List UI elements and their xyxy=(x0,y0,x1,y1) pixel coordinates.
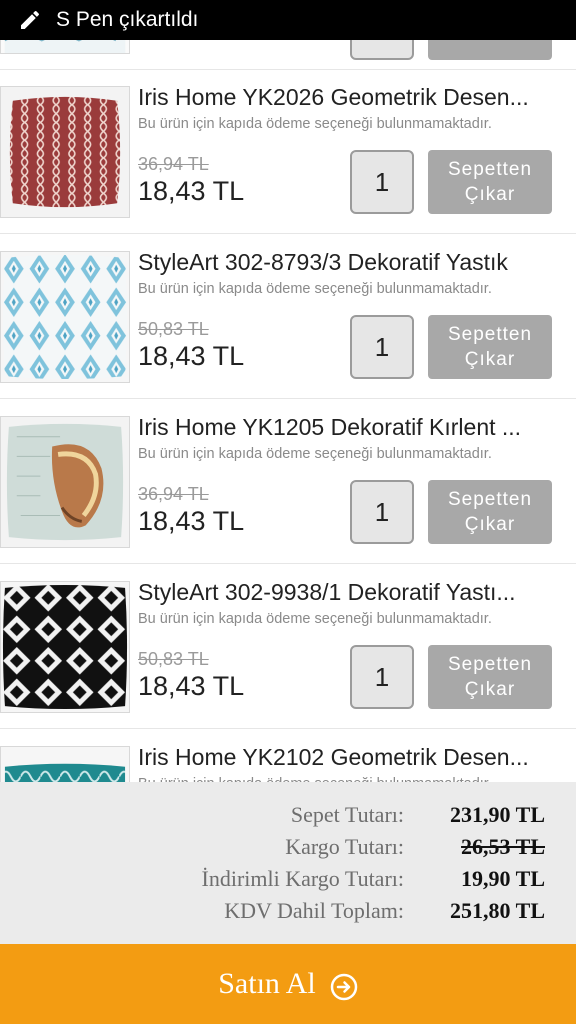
remove-label-2: Çıkar xyxy=(464,679,516,700)
cart-item: StyleArt 302-8793/3 Dekoratif Yastık Bu … xyxy=(0,235,576,399)
cart-list[interactable]: Iris Home YK2026 Geometrik Desen... Bu ü… xyxy=(0,40,576,782)
quantity-box[interactable] xyxy=(350,40,414,60)
product-image-blue-ikat-pillow[interactable] xyxy=(0,251,130,383)
cart-total-value: 231,90 TL xyxy=(450,802,545,827)
remove-button[interactable]: Sepetten Çıkar xyxy=(428,315,552,379)
quantity-box[interactable]: 1 xyxy=(350,645,414,709)
product-image-seashell-pillow[interactable] xyxy=(0,416,130,548)
arrow-circle-icon xyxy=(330,973,358,1001)
price: 18,43 TL xyxy=(138,341,245,371)
remove-button[interactable]: Sepetten Çıkar xyxy=(428,480,552,544)
remove-button[interactable] xyxy=(428,40,552,60)
shipping-value: 26,53 TL xyxy=(461,834,545,859)
discounted-shipping-value: 19,90 TL xyxy=(461,866,545,891)
shipping-label: Kargo Tutarı: xyxy=(285,834,404,859)
remove-button[interactable]: Sepetten Çıkar xyxy=(428,150,552,214)
product-title[interactable]: Iris Home YK2102 Geometrik Desen... xyxy=(138,744,538,771)
product-image-teal-pattern-pillow[interactable] xyxy=(0,746,130,782)
quantity-box[interactable]: 1 xyxy=(350,315,414,379)
cod-note: Bu ürün için kapıda ödeme seçeneği bulun… xyxy=(138,116,492,132)
quantity-box[interactable]: 1 xyxy=(350,480,414,544)
old-price: 50,83 TL xyxy=(138,319,209,339)
order-summary: Sepet Tutarı: 231,90 TL Kargo Tutarı: 26… xyxy=(0,782,576,944)
cart-item: Iris Home YK1205 Dekoratif Kırlent ... B… xyxy=(0,400,576,564)
cod-note: Bu ürün için kapıda ödeme seçeneği bulun… xyxy=(138,281,492,297)
summary-row-cart-total: Sepet Tutarı: 231,90 TL xyxy=(0,802,576,834)
discounted-shipping-label: İndirimli Kargo Tutarı: xyxy=(201,866,405,891)
grand-total-value: 251,80 TL xyxy=(450,898,545,923)
remove-label-2: Çıkar xyxy=(464,514,516,535)
cart-item: Iris Home YK2102 Geometrik Desen... Bu ü… xyxy=(0,730,576,782)
buy-button[interactable]: Satın Al xyxy=(0,944,576,1024)
cart-total-label: Sepet Tutarı: xyxy=(290,802,404,827)
remove-label-2: Çıkar xyxy=(464,349,516,370)
buy-button-label: Satın Al xyxy=(218,967,316,1000)
product-title[interactable]: StyleArt 302-9938/1 Dekoratif Yastı... xyxy=(138,579,538,606)
summary-row-discounted-shipping: İndirimli Kargo Tutarı: 19,90 TL xyxy=(0,866,576,898)
remove-label-1: Sepetten xyxy=(447,654,533,675)
cod-note: Bu ürün için kapıda ödeme seçeneği bulun… xyxy=(138,446,492,462)
product-title[interactable]: StyleArt 302-8793/3 Dekoratif Yastık xyxy=(138,249,538,276)
old-price: 36,94 TL xyxy=(138,484,209,504)
product-title[interactable]: Iris Home YK1205 Dekoratif Kırlent ... xyxy=(138,414,538,441)
remove-label-1: Sepetten xyxy=(447,489,533,510)
old-price: 50,83 TL xyxy=(138,649,209,669)
summary-row-grand-total: KDV Dahil Toplam: 251,80 TL xyxy=(0,898,576,930)
product-title[interactable]: Iris Home YK2026 Geometrik Desen... xyxy=(138,84,538,111)
cart-item: StyleArt 302-9938/1 Dekoratif Yastı... B… xyxy=(0,565,576,729)
product-image-black-diamond-pillow[interactable] xyxy=(0,581,130,713)
status-bar: S Pen çıkartıldı xyxy=(0,0,576,40)
cod-note: Bu ürün için kapıda ödeme seçeneği bulun… xyxy=(138,611,492,627)
grand-total-label: KDV Dahil Toplam: xyxy=(224,898,404,923)
quantity-box[interactable]: 1 xyxy=(350,150,414,214)
cart-item-partial-top xyxy=(0,40,576,70)
old-price: 36,94 TL xyxy=(138,154,209,174)
summary-row-shipping: Kargo Tutarı: 26,53 TL xyxy=(0,834,576,866)
remove-label-1: Sepetten xyxy=(447,159,533,180)
pen-icon xyxy=(18,8,42,32)
remove-label-2: Çıkar xyxy=(464,184,516,205)
price: 18,43 TL xyxy=(138,176,245,206)
product-image xyxy=(0,40,130,54)
price: 18,43 TL xyxy=(138,671,245,701)
cart-item: Iris Home YK2026 Geometrik Desen... Bu ü… xyxy=(0,70,576,234)
remove-label-1: Sepetten xyxy=(447,324,533,345)
remove-button[interactable]: Sepetten Çıkar xyxy=(428,645,552,709)
price: 18,43 TL xyxy=(138,506,245,536)
product-image-red-trellis-pillow[interactable] xyxy=(0,86,130,218)
status-text: S Pen çıkartıldı xyxy=(56,8,199,31)
